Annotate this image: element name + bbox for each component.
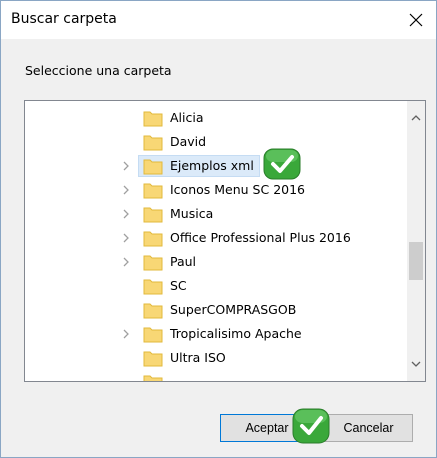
chevron-right-icon[interactable] bbox=[120, 208, 132, 220]
folder-icon bbox=[143, 207, 163, 223]
folder-icon bbox=[143, 135, 163, 151]
folder-icon bbox=[143, 327, 163, 343]
title-bar: Buscar carpeta bbox=[1, 1, 436, 39]
folder-icon bbox=[143, 159, 163, 175]
checkmark-badge-icon bbox=[292, 408, 330, 444]
chevron-right-icon[interactable] bbox=[120, 232, 132, 244]
folder-icon bbox=[143, 111, 163, 127]
vertical-scrollbar[interactable] bbox=[407, 101, 425, 381]
tree-item-label: SC bbox=[170, 278, 187, 293]
close-button[interactable] bbox=[396, 1, 436, 39]
checkmark-badge-icon bbox=[263, 148, 301, 180]
tree-item[interactable]: SuperCOMPRASGOB bbox=[25, 298, 405, 322]
folder-icon bbox=[143, 231, 163, 247]
instruction-label: Seleccione una carpeta bbox=[25, 63, 172, 78]
tree-item-label: Ejemplos xml bbox=[170, 158, 254, 173]
tree-item[interactable]: Musica bbox=[25, 202, 405, 226]
chevron-up-icon bbox=[411, 115, 421, 121]
folder-icon bbox=[143, 303, 163, 319]
chevron-right-icon[interactable] bbox=[120, 328, 132, 340]
tree-item-label: Office Professional Plus 2016 bbox=[170, 230, 351, 245]
chevron-right-icon[interactable] bbox=[120, 184, 132, 196]
folder-icon bbox=[143, 279, 163, 295]
tree-item[interactable]: Tropicalisimo Apache bbox=[25, 322, 405, 346]
tree-item-label: Alicia bbox=[170, 110, 204, 125]
window-title: Buscar carpeta bbox=[11, 11, 117, 27]
folder-icon bbox=[143, 255, 163, 271]
tree-item-label: Tropicalisimo Apache bbox=[170, 326, 302, 341]
tree-item[interactable]: David bbox=[25, 130, 405, 154]
scrollbar-thumb[interactable] bbox=[409, 242, 423, 280]
folder-icon bbox=[143, 375, 163, 381]
tree-item-label: Musica bbox=[170, 206, 214, 221]
tree-item[interactable]: Ultra ISO bbox=[25, 346, 405, 370]
folder-tree[interactable]: Alicia David Ejemplos xml Iconos Menu SC… bbox=[24, 100, 426, 382]
tree-item[interactable]: Alicia bbox=[25, 106, 405, 130]
tree-item[interactable]: Iconos Menu SC 2016 bbox=[25, 178, 405, 202]
chevron-down-icon bbox=[411, 361, 421, 367]
tree-item-selected[interactable]: Ejemplos xml bbox=[25, 154, 405, 178]
tree-item-label: Paul bbox=[170, 254, 197, 269]
scroll-up-button[interactable] bbox=[407, 101, 425, 135]
browse-folder-dialog: Buscar carpeta Seleccione una carpeta Al… bbox=[0, 0, 437, 458]
tree-item-label: Iconos Menu SC 2016 bbox=[170, 182, 306, 197]
tree-item-label: David bbox=[170, 134, 207, 149]
chevron-right-icon[interactable] bbox=[120, 256, 132, 268]
tree-item[interactable]: Office Professional Plus 2016 bbox=[25, 226, 405, 250]
tree-item-label: Ultra ISO bbox=[170, 350, 226, 365]
scroll-down-button[interactable] bbox=[407, 347, 425, 381]
folder-icon bbox=[143, 351, 163, 367]
tree-item[interactable]: SC bbox=[25, 274, 405, 298]
tree-item[interactable]: Paul bbox=[25, 250, 405, 274]
close-icon bbox=[409, 13, 423, 27]
chevron-right-icon[interactable] bbox=[120, 160, 132, 172]
cancel-button[interactable]: Cancelar bbox=[324, 414, 413, 442]
tree-item-label: SuperCOMPRASGOB bbox=[170, 302, 297, 317]
folder-icon bbox=[143, 183, 163, 199]
